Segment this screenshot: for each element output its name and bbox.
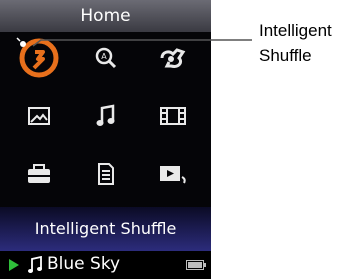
callout-label-line2: Shuffle: [259, 46, 312, 65]
callout-label-line1: Intelligent: [259, 21, 332, 40]
callout-label: Intelligent Shuffle: [259, 18, 332, 68]
